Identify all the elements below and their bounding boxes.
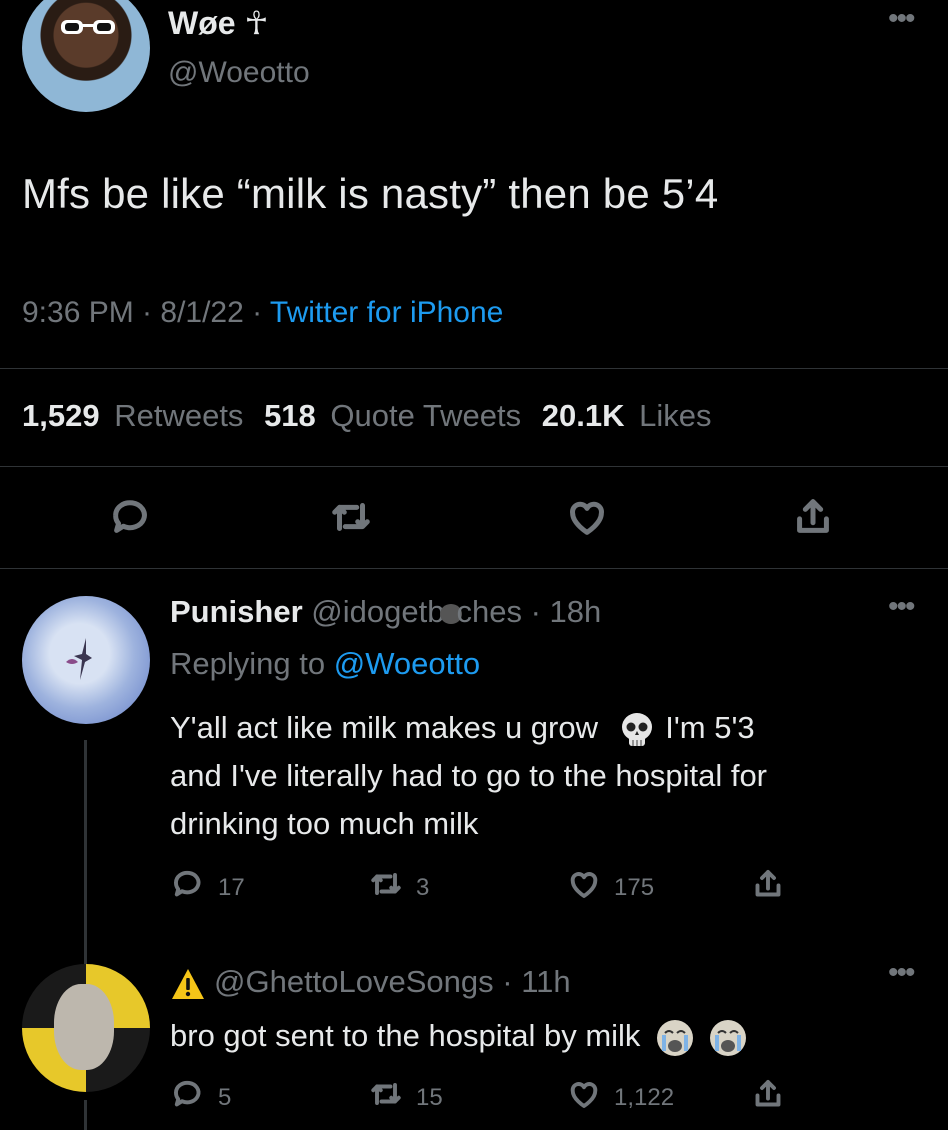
avatar-face	[54, 984, 114, 1070]
reply-age[interactable]: · 18h	[522, 594, 602, 629]
reply-handle[interactable]: @idogetb ches	[311, 594, 522, 629]
reply-count: 5	[218, 1084, 232, 1111]
reply-icon[interactable]	[170, 1076, 206, 1112]
replying-to: Replying to @Woeotto	[170, 646, 481, 681]
divider	[0, 568, 948, 569]
reply-handle[interactable]: @GhettoLoveSongs	[214, 964, 494, 999]
retweet-count: 3	[416, 874, 430, 901]
author-avatar[interactable]	[22, 0, 150, 112]
reply-count: 17	[218, 874, 245, 901]
like-icon[interactable]	[566, 1076, 602, 1112]
reply-text: Y'all act like milk makes u grow I'm 5'3…	[170, 710, 768, 841]
share-icon[interactable]	[750, 866, 786, 902]
crying-emoji	[657, 1019, 694, 1056]
crying-emoji	[709, 1019, 746, 1056]
like-icon[interactable]	[564, 494, 610, 540]
tweet-source-link[interactable]: Twitter for iPhone	[270, 296, 503, 329]
like-count: 175	[614, 874, 655, 901]
divider	[0, 466, 948, 467]
replying-to-link[interactable]: @Woeotto	[334, 646, 480, 681]
retweet-icon[interactable]	[368, 866, 404, 902]
more-options-icon[interactable]: •••	[888, 956, 915, 990]
skull-emoji	[621, 712, 652, 746]
quote-tweets-stat[interactable]: 518 Quote Tweets	[264, 398, 527, 433]
more-options-icon[interactable]: •••	[888, 2, 915, 36]
divider	[0, 368, 948, 369]
retweet-icon[interactable]	[328, 494, 374, 540]
share-icon[interactable]	[790, 494, 836, 540]
like-icon[interactable]	[566, 866, 602, 902]
more-options-icon[interactable]: •••	[888, 590, 915, 624]
figure-silhouette-icon	[66, 638, 92, 680]
tweet-stats: 1,529 Retweets 518 Quote Tweets 20.1K Li…	[22, 398, 724, 434]
retweets-stat[interactable]: 1,529 Retweets	[22, 398, 249, 433]
tweet-timestamp[interactable]: 9:36 PM · 8/1/22 ·	[22, 296, 270, 329]
warning-icon	[172, 968, 204, 999]
reply-text: bro got sent to the hospital by milk	[170, 1012, 900, 1060]
retweet-icon[interactable]	[368, 1076, 404, 1112]
sunglasses-icon	[61, 20, 115, 34]
author-display-name[interactable]: Wøe ☥	[168, 4, 268, 42]
reply-header: @GhettoLoveSongs · 11h	[170, 964, 571, 1001]
tweet-meta: 9:36 PM · 8/1/22 · Twitter for iPhone	[22, 296, 503, 330]
reply-display-name[interactable]: Punisher	[170, 594, 303, 629]
share-icon[interactable]	[750, 1076, 786, 1112]
reply-avatar[interactable]	[22, 596, 150, 724]
reply-icon[interactable]	[170, 866, 206, 902]
thread-line	[84, 740, 87, 970]
reply-icon[interactable]	[108, 494, 154, 540]
author-handle[interactable]: @Woeotto	[168, 56, 310, 90]
reply-age[interactable]: · 11h	[494, 964, 570, 999]
likes-stat[interactable]: 20.1K Likes	[542, 398, 718, 433]
retweet-count: 15	[416, 1084, 443, 1111]
reply-header: Punisher @idogetb ches · 18h	[170, 594, 601, 630]
tweet-text: Mfs be like “milk is nasty” then be 5’4	[22, 170, 719, 217]
reply-avatar[interactable]	[22, 964, 150, 1092]
like-count: 1,122	[614, 1084, 675, 1111]
thread-line	[84, 1100, 87, 1130]
